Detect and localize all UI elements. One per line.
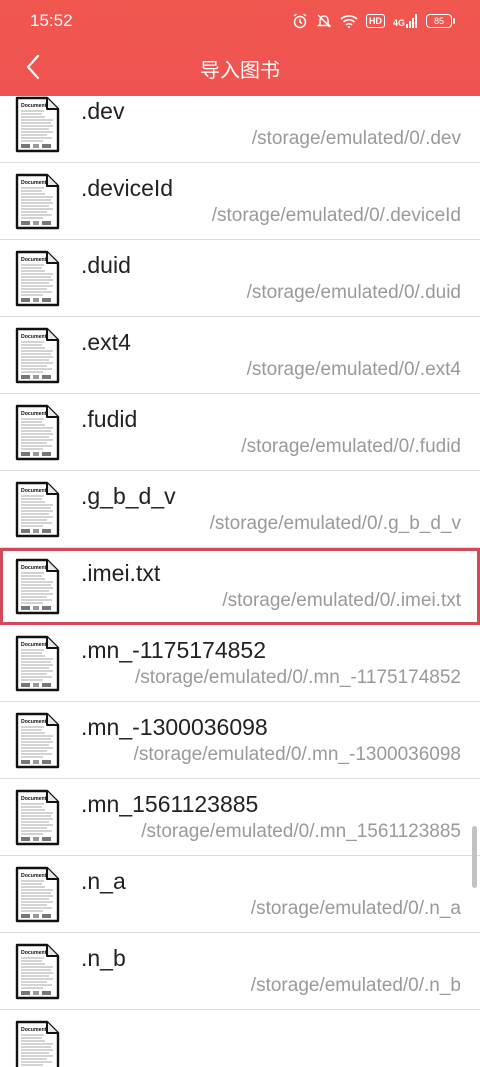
file-name: .ext4 [81,329,131,355]
file-name: .imei.txt [81,560,161,586]
file-path: /storage/emulated/0/.mn_1561123885 [141,821,461,842]
file-name: .mn_1561123885 [81,791,259,817]
svg-text:Document: Document [21,873,47,879]
svg-text:Document: Document [21,488,47,494]
file-path: /storage/emulated/0/.fudid [241,436,461,457]
document-icon: Document [15,866,60,923]
file-row[interactable]: Document .ext4 /storage/emulated/0/.ext4 [0,317,480,394]
file-name: .mn_-1175174852 [81,637,266,663]
page-title: 导入图书 [200,60,280,82]
file-name: .n_a [81,868,126,894]
file-row[interactable]: Document [0,1010,480,1067]
svg-text:Document: Document [21,719,47,725]
svg-text:Document: Document [21,257,47,263]
file-row[interactable]: Document .fudid /storage/emulated/0/.fud… [0,394,480,471]
document-icon: Document [15,1020,60,1067]
file-name: .g_b_d_v [81,483,176,509]
file-row[interactable]: Document .imei.txt /storage/emulated/0/.… [0,548,480,625]
file-name: .dev [81,98,125,124]
file-row[interactable]: Document .n_a /storage/emulated/0/.n_a [0,856,480,933]
file-name: .mn_-1300036098 [81,714,268,740]
document-icon: Document [15,173,60,230]
hd-badge: HD [365,14,385,28]
file-path: /storage/emulated/0/.n_b [250,975,461,996]
file-path: /storage/emulated/0/.deviceId [211,205,461,226]
file-name: .deviceId [81,175,174,201]
file-list[interactable]: Document .d00 /storage/emulated/0/.d00 D… [0,96,480,1067]
status-time: 15:52 [30,11,73,30]
battery-icon: 85 [426,14,455,28]
file-row[interactable]: Document .mn_-1300036098 /storage/emulat… [0,702,480,779]
document-icon: Document [15,327,60,384]
status-icons: HD 4G 85 [292,11,455,31]
document-icon: Document [15,635,60,692]
document-icon: Document [15,96,60,153]
wifi-icon [340,14,358,28]
file-row[interactable]: Document .deviceId /storage/emulated/0/.… [0,163,480,240]
svg-text:Document: Document [21,334,47,340]
alarm-icon [292,13,308,29]
file-path: /storage/emulated/0/.duid [246,282,461,303]
document-icon: Document [15,943,60,1000]
svg-text:Document: Document [21,565,47,571]
document-icon: Document [15,558,60,615]
svg-text:Document: Document [21,796,47,802]
file-path: /storage/emulated/0/.dev [251,128,461,149]
svg-text:Document: Document [21,642,47,648]
file-path: /storage/emulated/0/.mn_-1175174852 [134,667,461,688]
file-name: .fudid [81,406,138,432]
mute-icon [316,13,332,29]
file-name: .duid [81,252,131,278]
file-name: .n_b [81,945,126,971]
file-row[interactable]: Document .dev /storage/emulated/0/.dev [0,96,480,163]
document-icon: Document [15,250,60,307]
file-path: /storage/emulated/0/.n_a [250,898,461,919]
file-path: /storage/emulated/0/.ext4 [246,359,461,380]
file-row[interactable]: Document .duid /storage/emulated/0/.duid [0,240,480,317]
file-list-content: Document .d00 /storage/emulated/0/.d00 D… [0,96,480,1067]
signal-4g-icon: 4G [393,14,418,28]
file-row[interactable]: Document .mn_1561123885 /storage/emulate… [0,779,480,856]
status-bar: 15:52 HD 4G 85 [0,0,480,42]
svg-text:Document: Document [21,411,47,417]
file-path: /storage/emulated/0/.g_b_d_v [209,513,461,534]
scrollbar[interactable] [472,826,477,888]
file-path: /storage/emulated/0/.mn_-1300036098 [133,744,461,765]
file-row[interactable]: Document .mn_-1175174852 /storage/emulat… [0,625,480,702]
document-icon: Document [15,481,60,538]
svg-text:Document: Document [21,1027,47,1033]
document-icon: Document [15,712,60,769]
document-icon: Document [15,404,60,461]
document-icon: Document [15,789,60,846]
svg-text:Document: Document [21,180,47,186]
svg-text:Document: Document [21,103,47,109]
svg-text:Document: Document [21,950,47,956]
app-header: 15:52 HD 4G 85 导入图书 [0,0,480,96]
file-row[interactable]: Document .g_b_d_v /storage/emulated/0/.g… [0,471,480,548]
file-path: /storage/emulated/0/.imei.txt [222,590,461,611]
file-row[interactable]: Document .n_b /storage/emulated/0/.n_b [0,933,480,1010]
